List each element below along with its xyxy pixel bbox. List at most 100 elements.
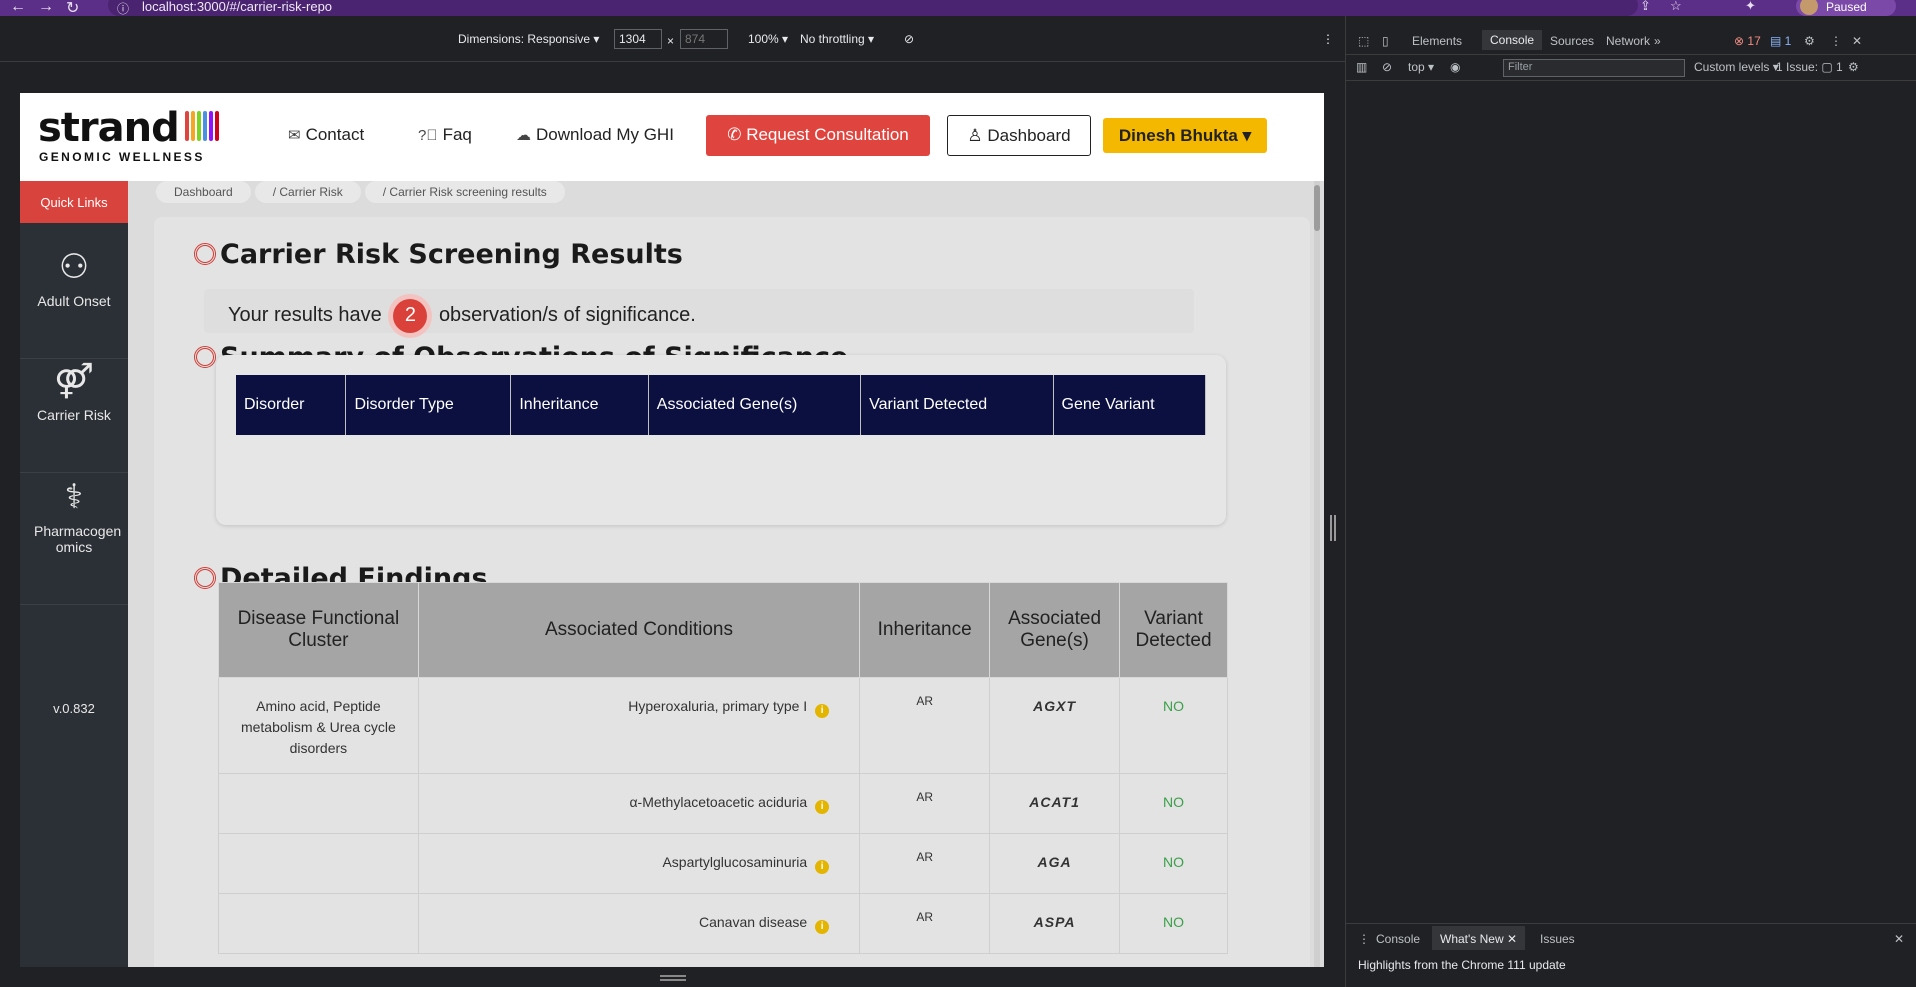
pill-icon: ⚕	[64, 478, 84, 516]
variant-cell: NO	[1119, 893, 1228, 954]
gene-cell: AGA	[989, 833, 1121, 894]
drawer-tab-whats-new[interactable]: What's New ✕	[1432, 926, 1526, 950]
settings-icon[interactable]: ⚙	[1804, 34, 1815, 48]
drawer-menu-icon[interactable]: ⋮	[1358, 932, 1370, 946]
summary-col-gene-variant: Gene Variant	[1053, 375, 1207, 435]
message-count-badge[interactable]: ▤ 1	[1770, 34, 1791, 48]
forward-icon[interactable]: →	[38, 0, 54, 16]
cluster-cell: Amino acid, Peptide metabolism & Urea cy…	[218, 677, 419, 774]
console-filter-bar: ▥ ⊘ top ▾ ◉ Filter Custom levels ▾ 1 Iss…	[1346, 55, 1916, 81]
url-text[interactable]: localhost:3000/#/carrier-risk-repo	[142, 0, 332, 14]
issues-button[interactable]: 1 Issue: ▢ 1	[1776, 60, 1843, 74]
sidebar-toggle-icon[interactable]: ▥	[1356, 60, 1367, 74]
tab-elements[interactable]: Elements	[1412, 34, 1462, 48]
inspect-icon[interactable]: ⬚	[1358, 34, 1369, 48]
breadcrumb-dashboard[interactable]: Dashboard	[156, 181, 251, 203]
breadcrumb-carrier-risk[interactable]: / Carrier Risk	[254, 181, 361, 203]
variant-cell: NO	[1119, 833, 1228, 894]
main-content: Dashboard / Carrier Risk / Carrier Risk sc…	[128, 181, 1324, 967]
more-tabs-icon[interactable]: »	[1654, 34, 1661, 48]
dimensions-select[interactable]: Dimensions: Responsive ▾	[458, 32, 599, 46]
height-input[interactable]: 874	[680, 29, 728, 49]
width-input[interactable]: 1304	[614, 29, 662, 49]
download-ghi-link[interactable]: ☁ Download My GHI	[516, 125, 674, 145]
reload-icon[interactable]: ↻	[66, 0, 79, 16]
drawer-close-icon[interactable]: ✕	[1894, 932, 1904, 946]
app-version: v.0.832	[53, 701, 95, 716]
back-icon[interactable]: ←	[10, 0, 26, 16]
side-resize-grip-icon[interactable]	[1330, 515, 1336, 541]
devtools-panel: ⬚ ▯ Elements Console Sources Network » ⊗…	[1345, 16, 1916, 987]
address-bar[interactable]	[108, 0, 1638, 16]
drawer-tab-console[interactable]: Console	[1376, 932, 1420, 946]
summary-col-disorder-type: Disorder Type	[345, 375, 512, 435]
logo[interactable]: strand	[38, 105, 180, 151]
request-consultation-button[interactable]: ✆ Request Consultation	[706, 115, 930, 156]
tab-sources[interactable]: Sources	[1550, 34, 1594, 48]
details-header-row: Disease Functional Cluster Associated Co…	[218, 582, 1228, 678]
couple-icon: ⚤	[54, 362, 94, 400]
drawer-tab-issues[interactable]: Issues	[1540, 932, 1575, 946]
gene-cell: ASPA	[989, 893, 1121, 954]
sidebar-item-carrier-risk[interactable]: ⚤ Carrier Risk	[20, 361, 128, 473]
zoom-select[interactable]: 100% ▾	[748, 32, 788, 46]
device-toolbar: Dimensions: Responsive ▾ 1304 × 874 100%…	[0, 16, 1345, 62]
inheritance-cell: AR	[859, 833, 991, 894]
info-icon[interactable]: i	[815, 920, 830, 934]
details-col-cluster: Disease Functional Cluster	[218, 582, 419, 678]
sidebar-item-pharmacogenomics[interactable]: ⚕ Pharmacogen omics	[20, 477, 128, 605]
variant-cell: NO	[1119, 773, 1228, 834]
content-scrollbar[interactable]	[1314, 181, 1320, 967]
logo-subtitle: GENOMIC WELLNESS	[39, 150, 205, 164]
summary-col-inheritance: Inheritance	[510, 375, 649, 435]
info-icon[interactable]: i	[815, 800, 830, 814]
details-col-inheritance: Inheritance	[859, 582, 991, 678]
devtools-more-icon[interactable]: ⋮	[1830, 34, 1842, 48]
logo-bars	[185, 111, 221, 146]
sidebar: Quick Links ⚇ Adult Onset ⚤ Carrier Risk…	[20, 181, 128, 967]
console-filter-input[interactable]: Filter	[1503, 59, 1685, 77]
content-scrollbar-thumb[interactable]	[1314, 185, 1320, 231]
device-toggle-icon[interactable]: ▯	[1382, 34, 1389, 48]
condition-cell: Aspartylglucosaminuria i	[417, 833, 861, 894]
user-menu-button[interactable]: Dinesh Bhukta ▾	[1103, 118, 1267, 153]
rotate-icon[interactable]: ⊘	[904, 32, 914, 46]
dashboard-button[interactable]: ♙ Dashboard	[947, 115, 1091, 156]
faq-link[interactable]: ?⃝ Faq	[418, 125, 472, 145]
info-icon[interactable]: i	[815, 860, 830, 874]
info-icon[interactable]: i	[815, 704, 830, 718]
table-row: Aspartylglucosaminuria i AR AGA NO	[218, 833, 1228, 894]
app-header: strand GENOMIC WELLNESS ✉ Contact ?⃝ Faq ☁…	[20, 93, 1324, 181]
console-settings-icon[interactable]: ⚙	[1848, 60, 1859, 74]
devtools-close-icon[interactable]: ✕	[1852, 34, 1862, 48]
user-icon: ♙	[967, 126, 988, 145]
table-row: Canavan disease i AR ASPA NO	[218, 893, 1228, 954]
throttling-select[interactable]: No throttling ▾	[800, 32, 874, 46]
observation-count-badge: 2	[393, 299, 428, 333]
log-levels-select[interactable]: Custom levels ▾	[1694, 60, 1779, 74]
summary-col-disorder: Disorder	[236, 375, 347, 435]
viewport-resize-bar	[0, 967, 1345, 987]
tab-console[interactable]: Console	[1482, 30, 1543, 50]
sidebar-item-adult-onset[interactable]: ⚇ Adult Onset	[20, 247, 128, 359]
resize-grip-icon[interactable]	[660, 975, 686, 981]
more-options-icon[interactable]: ⋮	[1322, 32, 1334, 46]
clear-console-icon[interactable]: ⊘	[1382, 60, 1392, 74]
contact-link[interactable]: ✉ Contact	[288, 125, 364, 145]
dimension-separator: ×	[667, 34, 675, 48]
tab-network[interactable]: Network	[1606, 34, 1650, 48]
context-select[interactable]: top ▾	[1408, 60, 1434, 74]
variant-cell: NO	[1119, 677, 1228, 774]
table-row: Amino acid, Peptide metabolism & Urea cy…	[218, 677, 1228, 774]
share-icon[interactable]: ⇪	[1640, 0, 1651, 14]
extensions-icon[interactable]: ✦	[1745, 0, 1756, 14]
eye-icon[interactable]: ◉	[1450, 60, 1460, 74]
error-count-badge[interactable]: ⊗ 17	[1734, 34, 1761, 48]
cloud-download-icon: ☁	[516, 127, 531, 144]
summary-table-card: Disorder Disorder Type Inheritance Assoc…	[216, 355, 1226, 525]
bookmark-star-icon[interactable]: ☆	[1670, 0, 1682, 14]
site-info-icon[interactable]: ⓘ	[117, 0, 129, 16]
fingerprint-icon	[194, 346, 216, 368]
details-col-genes: Associated Gene(s)	[989, 582, 1121, 678]
details-table: Disease Functional Cluster Associated Co…	[218, 582, 1228, 954]
